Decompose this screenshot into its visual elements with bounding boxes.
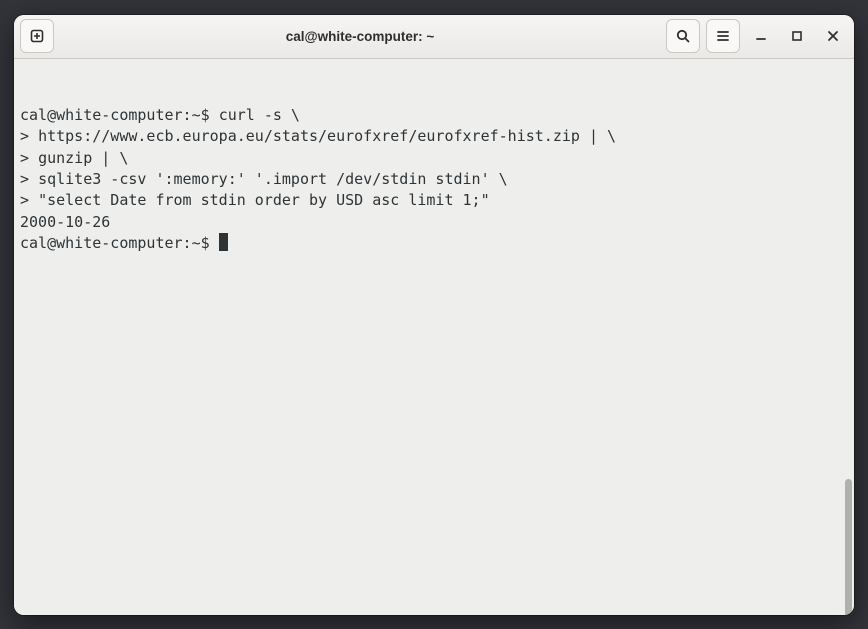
maximize-icon: [789, 28, 805, 44]
new-tab-button[interactable]: [20, 19, 54, 53]
terminal-line: > https://www.ecb.europa.eu/stats/eurofx…: [20, 126, 848, 147]
terminal-text: 2000-10-26: [20, 213, 110, 231]
titlebar-right: [666, 19, 848, 53]
search-icon: [675, 28, 691, 44]
terminal-window: cal@white-computer: ~: [14, 15, 854, 615]
terminal-content[interactable]: cal@white-computer:~$ curl -s \> https:/…: [14, 59, 854, 615]
terminal-line: > gunzip | \: [20, 148, 848, 169]
terminal-line: cal@white-computer:~$ curl -s \: [20, 105, 848, 126]
window-title: cal@white-computer: ~: [60, 29, 660, 44]
terminal-prompt: cal@white-computer:~$: [20, 234, 219, 252]
terminal-text: https://www.ecb.europa.eu/stats/eurofxre…: [38, 127, 616, 145]
terminal-line: cal@white-computer:~$: [20, 233, 848, 254]
terminal-line: > "select Date from stdin order by USD a…: [20, 190, 848, 211]
terminal-line: > sqlite3 -csv ':memory:' '.import /dev/…: [20, 169, 848, 190]
terminal-prompt: >: [20, 170, 38, 188]
close-button[interactable]: [818, 21, 848, 51]
minimize-button[interactable]: [746, 21, 776, 51]
close-icon: [825, 28, 841, 44]
terminal-prompt: cal@white-computer:~$: [20, 106, 219, 124]
terminal-prompt: >: [20, 149, 38, 167]
titlebar-left: [20, 19, 54, 53]
new-tab-icon: [29, 28, 45, 44]
terminal-prompt: >: [20, 191, 38, 209]
terminal-text: gunzip | \: [38, 149, 128, 167]
terminal-cursor: [219, 233, 228, 251]
search-button[interactable]: [666, 19, 700, 53]
terminal-text: curl -s \: [219, 106, 300, 124]
terminal-text: "select Date from stdin order by USD asc…: [38, 191, 490, 209]
titlebar: cal@white-computer: ~: [14, 15, 854, 59]
terminal-text: sqlite3 -csv ':memory:' '.import /dev/st…: [38, 170, 508, 188]
terminal-prompt: >: [20, 127, 38, 145]
scrollbar[interactable]: [845, 479, 852, 615]
maximize-button[interactable]: [782, 21, 812, 51]
terminal-line: 2000-10-26: [20, 212, 848, 233]
minimize-icon: [753, 28, 769, 44]
menu-button[interactable]: [706, 19, 740, 53]
menu-icon: [715, 28, 731, 44]
